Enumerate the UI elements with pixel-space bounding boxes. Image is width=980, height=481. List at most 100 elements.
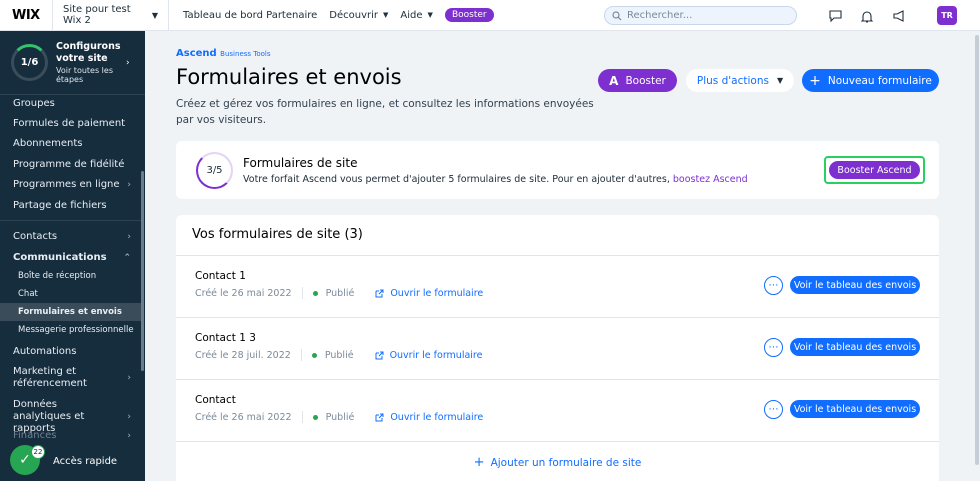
- add-site-form-button[interactable]: + Ajouter un formulaire de site: [176, 455, 939, 470]
- avatar[interactable]: TR: [937, 6, 957, 25]
- ascend-logo: Ascend Business Tools: [176, 48, 271, 59]
- chevron-right-icon: ›: [127, 373, 131, 383]
- forms-list-card: Vos formulaires de site (3) Contact 1 Cr…: [176, 215, 939, 481]
- more-options-button[interactable]: ⋯: [764, 276, 783, 295]
- ascend-icon: A: [609, 73, 619, 88]
- chat-icon[interactable]: [826, 7, 844, 25]
- chevron-right-icon: ›: [127, 179, 131, 190]
- booster-ascend-highlight: Booster Ascend: [824, 156, 925, 184]
- quick-access-label: Accès rapide: [53, 456, 118, 467]
- form-name: Contact 1 3: [195, 332, 256, 344]
- booster-ascend-button[interactable]: Booster Ascend: [829, 161, 920, 179]
- setup-progress[interactable]: 1/6 Configurons votre site Voir toutes l…: [0, 31, 145, 95]
- more-actions-button[interactable]: Plus d'actions ▼: [686, 69, 794, 92]
- chevron-down-icon: ▼: [427, 11, 433, 19]
- sidebar-item-file-sharing[interactable]: Partage de fichiers: [13, 200, 131, 211]
- top-bar: WIX Site pour test Wix 2 ▼ Tableau de bo…: [0, 0, 980, 31]
- open-form-link[interactable]: Ouvrir le formulaire: [375, 350, 482, 361]
- sidebar-item-automations[interactable]: Automations: [13, 346, 131, 357]
- plus-icon: +: [809, 72, 821, 89]
- more-options-button[interactable]: ⋯: [764, 400, 783, 419]
- sidebar-item-online-programs[interactable]: Programmes en ligne ›: [13, 179, 131, 190]
- setup-subtitle: Voir toutes les étapes: [56, 66, 113, 84]
- sidebar-sub-chat[interactable]: Chat: [18, 289, 38, 299]
- top-nav: Tableau de bord Partenaire Découvrir ▼ Ai…: [183, 8, 494, 22]
- quick-access[interactable]: ✓ 22 Accès rapide: [0, 443, 145, 481]
- wix-logo[interactable]: WIX: [0, 8, 52, 23]
- separator: [301, 411, 303, 423]
- search-input[interactable]: Rechercher...: [604, 6, 797, 25]
- search-icon: [612, 10, 622, 20]
- megaphone-icon[interactable]: [890, 7, 908, 25]
- sidebar-item-groups[interactable]: Groupes: [13, 98, 131, 109]
- chevron-right-icon: ›: [127, 430, 131, 441]
- page-title: Formulaires et envois: [176, 65, 402, 89]
- new-form-button[interactable]: + Nouveau formulaire: [802, 69, 939, 92]
- status-dot-icon: [312, 414, 318, 420]
- site-selector[interactable]: Site pour test Wix 2 ▼: [52, 0, 169, 31]
- form-name: Contact 1: [195, 270, 246, 282]
- sidebar-item-payment-plans[interactable]: Formules de paiement: [13, 118, 131, 129]
- sidebar-sub-inbox[interactable]: Boîte de réception: [18, 271, 96, 281]
- separator: [300, 349, 302, 361]
- nav-discover[interactable]: Découvrir ▼: [329, 10, 388, 21]
- chevron-down-icon: ▼: [151, 10, 158, 20]
- chevron-right-icon: ›: [126, 57, 130, 68]
- bell-icon[interactable]: [858, 7, 876, 25]
- sidebar-item-finances[interactable]: Finances ›: [13, 430, 131, 441]
- status-dot-icon: [312, 290, 318, 296]
- table-row: Contact 1 3 Créé le 28 juil. 2022 Publié…: [176, 318, 939, 380]
- booster-badge[interactable]: Booster: [444, 8, 494, 22]
- main-content: Ascend Business Tools Formulaires et env…: [145, 31, 974, 481]
- sidebar-item-contacts[interactable]: Contacts ›: [13, 231, 131, 242]
- separator: [301, 287, 303, 299]
- more-options-button[interactable]: ⋯: [764, 338, 783, 357]
- sidebar-item-loyalty[interactable]: Programme de fidélité: [13, 159, 131, 170]
- status-dot-icon: [311, 352, 317, 358]
- view-submissions-button[interactable]: Voir le tableau des envois: [790, 276, 920, 294]
- sidebar-item-communications[interactable]: Communications ⌃: [13, 252, 131, 263]
- form-status: Publié: [325, 287, 355, 299]
- form-created: Créé le 28 juil. 2022: [195, 349, 291, 361]
- scrollbar-thumb[interactable]: [975, 35, 979, 465]
- form-meta: Créé le 28 juil. 2022 Publié Ouvrir le f…: [195, 349, 482, 361]
- table-row: Contact 1 Créé le 26 mai 2022 Publié Ouv…: [176, 256, 939, 318]
- external-link-icon: [375, 351, 384, 359]
- quick-access-badge: 22: [31, 445, 45, 459]
- sidebar-scrollbar[interactable]: [141, 171, 144, 371]
- sidebar-sub-forms[interactable]: Formulaires et envois: [18, 307, 122, 317]
- form-created: Créé le 26 mai 2022: [195, 287, 292, 299]
- booster-button[interactable]: A Booster: [598, 69, 677, 92]
- table-row: Contact Créé le 26 mai 2022 Publié Ouvri…: [176, 380, 939, 442]
- plus-icon: +: [473, 455, 485, 470]
- form-status: Publié: [324, 349, 354, 361]
- sidebar-item-subscriptions[interactable]: Abonnements: [13, 138, 131, 149]
- nav-partner-dashboard[interactable]: Tableau de bord Partenaire: [183, 10, 317, 21]
- sidebar: 1/6 Configurons votre site Voir toutes l…: [0, 31, 145, 481]
- view-submissions-button[interactable]: Voir le tableau des envois: [790, 338, 920, 356]
- chevron-right-icon: ›: [127, 412, 131, 422]
- chevron-down-icon: ▼: [776, 76, 784, 85]
- view-submissions-button[interactable]: Voir le tableau des envois: [790, 400, 920, 418]
- chevron-down-icon: ▼: [383, 11, 389, 19]
- site-forms-card: 3/5 Formulaires de site Votre forfait As…: [176, 141, 939, 199]
- site-name: Site pour test Wix 2: [63, 4, 131, 26]
- sidebar-item-marketing[interactable]: Marketing et référencement ›: [13, 366, 131, 390]
- sidebar-sub-business-messaging[interactable]: Messagerie professionnelle: [18, 325, 134, 335]
- chevron-right-icon: ›: [127, 231, 131, 242]
- open-form-link[interactable]: Ouvrir le formulaire: [375, 288, 483, 299]
- form-status: Publié: [325, 411, 355, 423]
- external-link-icon: [375, 413, 384, 421]
- site-forms-title: Formulaires de site: [243, 156, 358, 170]
- setup-title: Configurons votre site: [56, 41, 121, 64]
- nav-help[interactable]: Aide ▼: [400, 10, 433, 21]
- usage-ring: 3/5: [196, 152, 233, 189]
- forms-list-title: Vos formulaires de site (3): [192, 227, 363, 242]
- boost-ascend-link[interactable]: boostez Ascend: [673, 174, 748, 185]
- search-placeholder: Rechercher...: [627, 10, 693, 21]
- main-scrollbar[interactable]: [974, 31, 980, 481]
- open-form-link[interactable]: Ouvrir le formulaire: [375, 412, 483, 423]
